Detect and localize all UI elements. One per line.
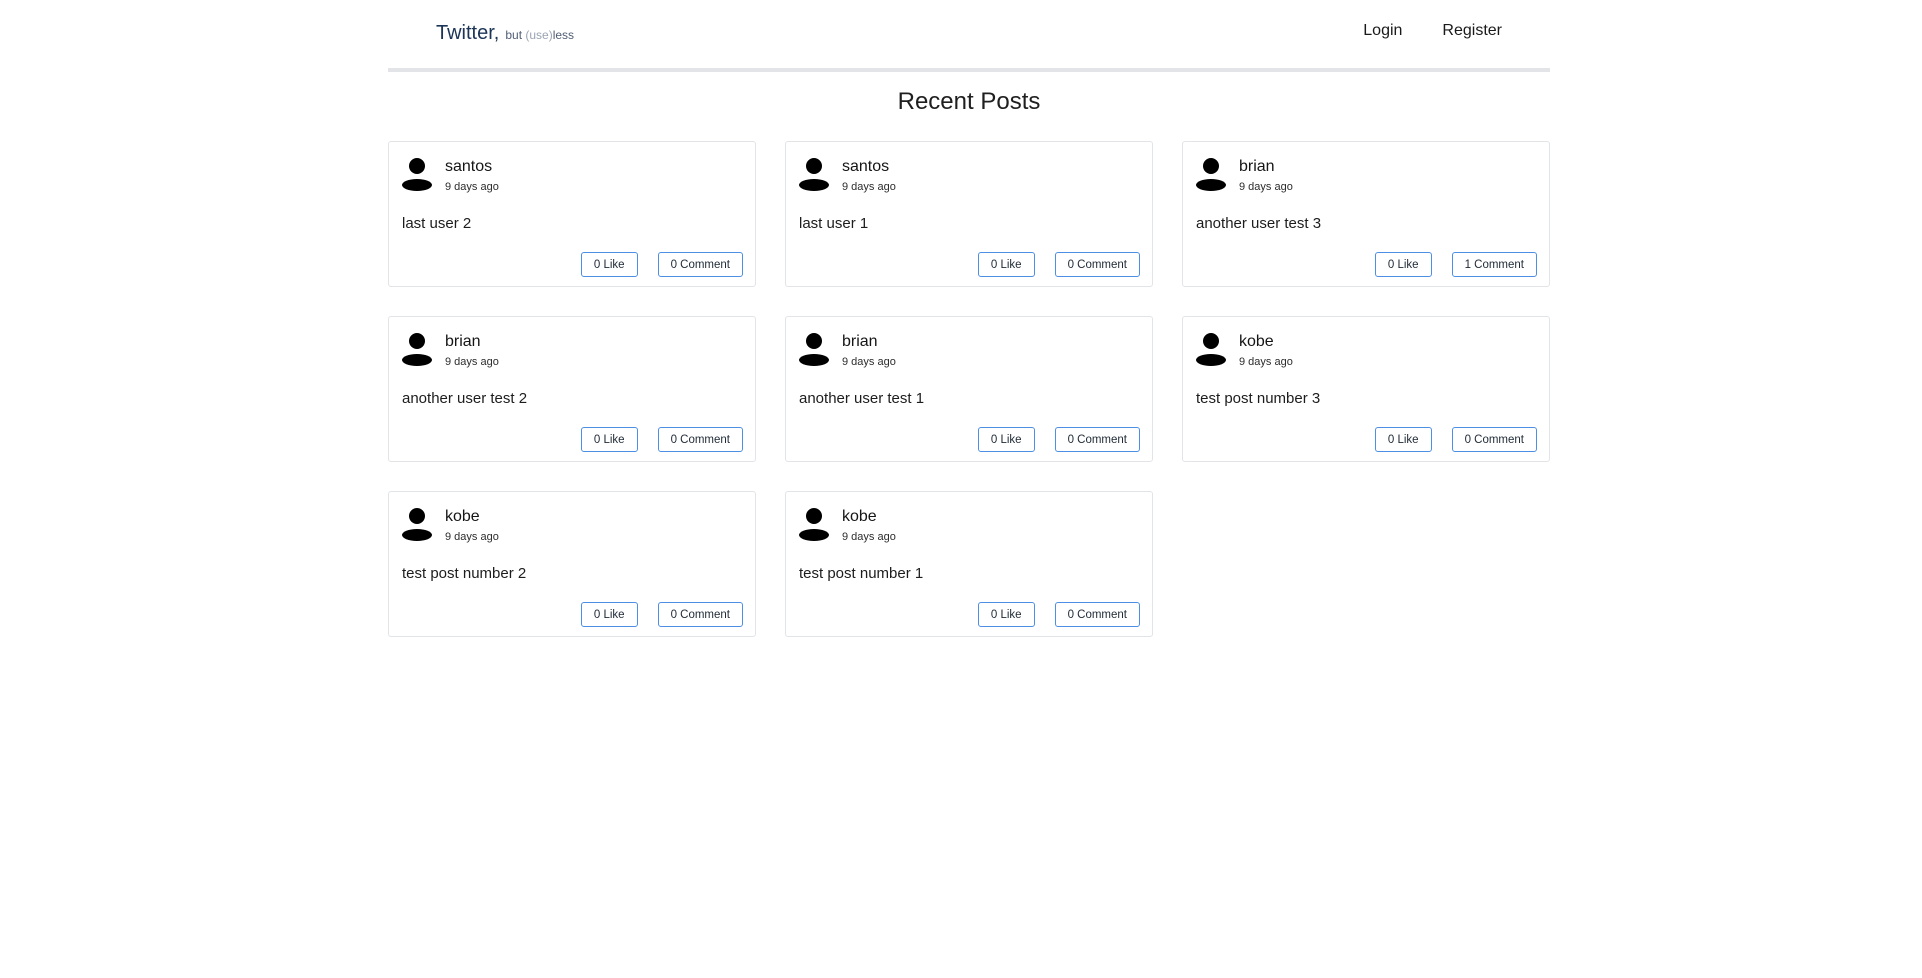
- post-author[interactable]: santos: [842, 158, 889, 176]
- user-avatar-icon: [402, 158, 432, 191]
- comment-button[interactable]: 0 Comment: [657, 602, 743, 627]
- register-link[interactable]: Register: [1442, 22, 1502, 40]
- user-avatar-icon: [1196, 333, 1226, 366]
- page: Twitter, but (use)less Login Register Re…: [0, 0, 1922, 978]
- post-actions: 0 Like 0 Comment: [580, 602, 743, 627]
- post-author[interactable]: brian: [842, 333, 878, 351]
- comment-button[interactable]: 0 Comment: [657, 427, 743, 452]
- top-navbar: Twitter, but (use)less Login Register: [388, 0, 1550, 72]
- post-author[interactable]: santos: [445, 158, 492, 176]
- post-author[interactable]: brian: [445, 333, 481, 351]
- post-card: santos 9 days ago last user 1 0 Like 0 C…: [785, 141, 1153, 287]
- user-avatar-icon: [799, 508, 829, 541]
- comment-button[interactable]: 1 Comment: [1451, 252, 1537, 277]
- post-actions: 0 Like 0 Comment: [1374, 427, 1537, 452]
- post-card: brian 9 days ago another user test 1 0 L…: [785, 316, 1153, 462]
- user-avatar-icon: [402, 508, 432, 541]
- post-author[interactable]: kobe: [445, 508, 480, 526]
- login-link[interactable]: Login: [1363, 22, 1402, 40]
- like-button[interactable]: 0 Like: [580, 427, 638, 452]
- post-author[interactable]: brian: [1239, 158, 1275, 176]
- post-actions: 0 Like 0 Comment: [977, 602, 1140, 627]
- brand-tagline-suffix: less: [552, 28, 575, 42]
- like-button[interactable]: 0 Like: [580, 252, 638, 277]
- post-timestamp: 9 days ago: [1239, 356, 1293, 368]
- comment-button[interactable]: 0 Comment: [1451, 427, 1537, 452]
- post-actions: 0 Like 0 Comment: [977, 427, 1140, 452]
- post-body: another user test 2: [402, 390, 528, 407]
- post-card: brian 9 days ago another user test 2 0 L…: [388, 316, 756, 462]
- post-body: test post number 2: [402, 565, 527, 582]
- post-timestamp: 9 days ago: [445, 356, 499, 368]
- post-timestamp: 9 days ago: [842, 181, 896, 193]
- post-actions: 0 Like 0 Comment: [580, 252, 743, 277]
- post-card: kobe 9 days ago test post number 3 0 Lik…: [1182, 316, 1550, 462]
- comment-button[interactable]: 0 Comment: [657, 252, 743, 277]
- post-actions: 0 Like 1 Comment: [1374, 252, 1537, 277]
- post-actions: 0 Like 0 Comment: [977, 252, 1140, 277]
- brand-tagline-light: (use): [525, 28, 553, 42]
- user-avatar-icon: [799, 333, 829, 366]
- post-timestamp: 9 days ago: [842, 531, 896, 543]
- brand-logo-link[interactable]: Twitter, but (use)less: [436, 22, 574, 45]
- post-author[interactable]: kobe: [842, 508, 877, 526]
- post-card: kobe 9 days ago test post number 1 0 Lik…: [785, 491, 1153, 637]
- post-card: santos 9 days ago last user 2 0 Like 0 C…: [388, 141, 756, 287]
- like-button[interactable]: 0 Like: [580, 602, 638, 627]
- post-timestamp: 9 days ago: [445, 531, 499, 543]
- post-card: brian 9 days ago another user test 3 0 L…: [1182, 141, 1550, 287]
- post-author[interactable]: kobe: [1239, 333, 1274, 351]
- comment-button[interactable]: 0 Comment: [1054, 602, 1140, 627]
- posts-grid: santos 9 days ago last user 2 0 Like 0 C…: [388, 141, 1550, 637]
- post-body: another user test 1: [799, 390, 925, 407]
- brand-title: Twitter,: [436, 22, 500, 44]
- post-actions: 0 Like 0 Comment: [580, 427, 743, 452]
- user-avatar-icon: [799, 158, 829, 191]
- user-avatar-icon: [1196, 158, 1226, 191]
- post-body: test post number 1: [799, 565, 924, 582]
- like-button[interactable]: 0 Like: [1374, 252, 1432, 277]
- like-button[interactable]: 0 Like: [977, 427, 1035, 452]
- post-timestamp: 9 days ago: [842, 356, 896, 368]
- page-title: Recent Posts: [897, 88, 1041, 115]
- auth-nav: Login Register: [1363, 22, 1502, 40]
- post-timestamp: 9 days ago: [445, 181, 499, 193]
- user-avatar-icon: [402, 333, 432, 366]
- brand-tagline-prefix: but: [505, 28, 526, 42]
- post-body: last user 2: [402, 215, 472, 232]
- comment-button[interactable]: 0 Comment: [1054, 252, 1140, 277]
- like-button[interactable]: 0 Like: [977, 602, 1035, 627]
- post-card: kobe 9 days ago test post number 2 0 Lik…: [388, 491, 756, 637]
- post-body: last user 1: [799, 215, 869, 232]
- like-button[interactable]: 0 Like: [977, 252, 1035, 277]
- like-button[interactable]: 0 Like: [1374, 427, 1432, 452]
- post-body: another user test 3: [1196, 215, 1322, 232]
- post-body: test post number 3: [1196, 390, 1321, 407]
- post-timestamp: 9 days ago: [1239, 181, 1293, 193]
- comment-button[interactable]: 0 Comment: [1054, 427, 1140, 452]
- brand-tagline: but (use)less: [505, 28, 574, 42]
